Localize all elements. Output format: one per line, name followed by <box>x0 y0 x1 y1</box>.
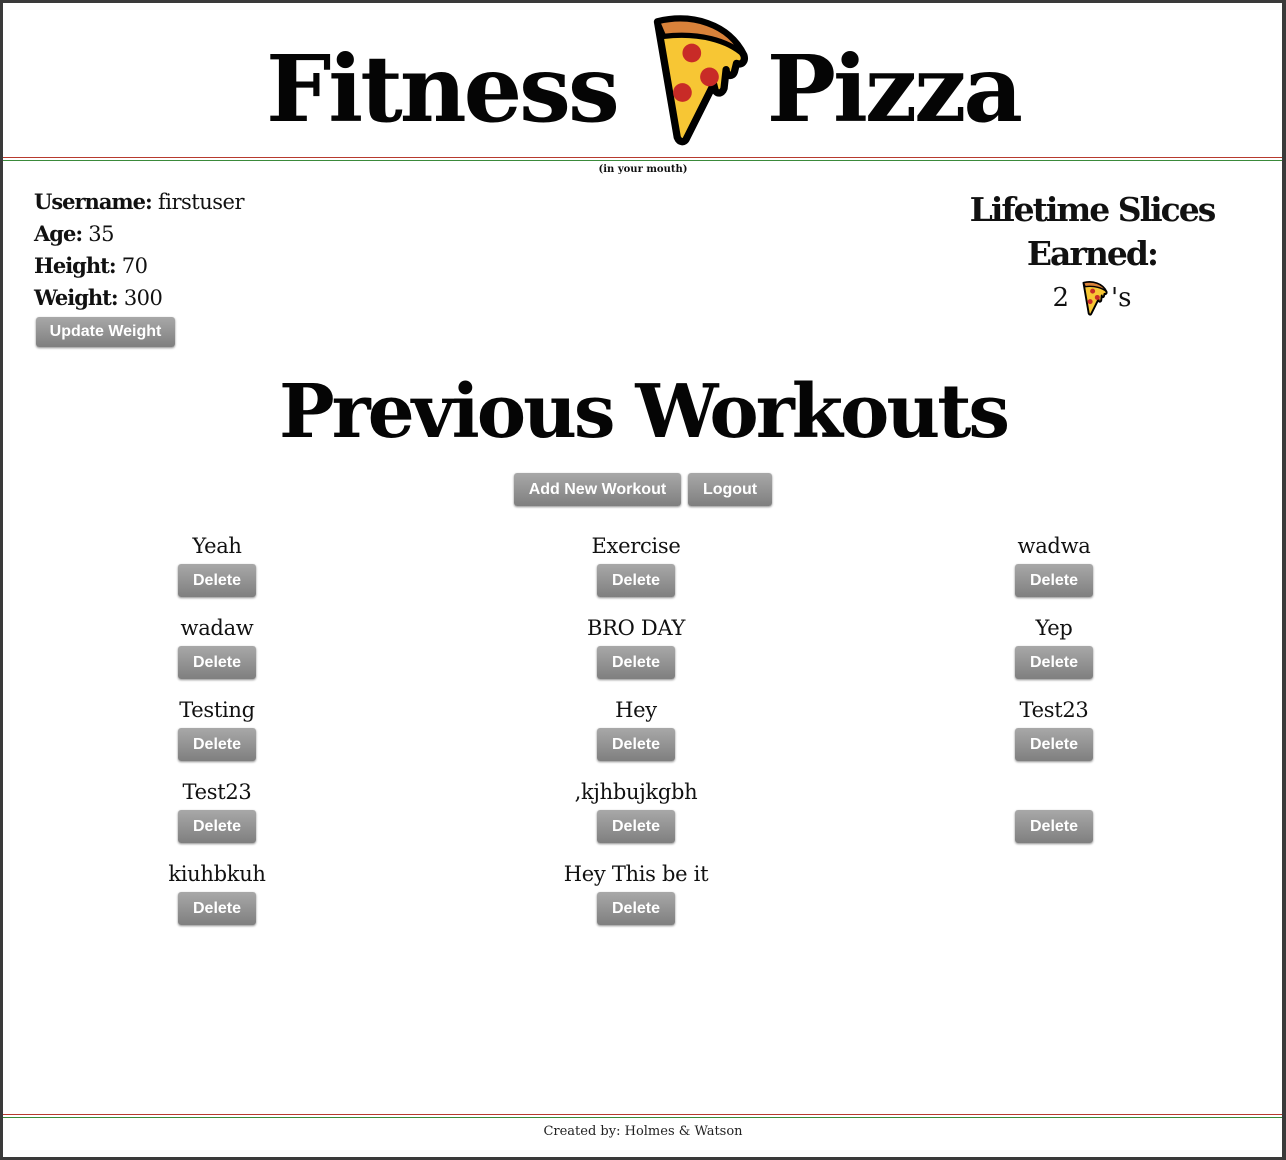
footer-divider <box>3 1114 1282 1118</box>
weight-value: 300 <box>123 286 163 310</box>
workout-name: wadwa <box>1017 534 1091 558</box>
slices-count-row: 2 's <box>904 278 1280 318</box>
workout-name: wadaw <box>180 616 254 640</box>
delete-workout-button[interactable]: Delete <box>1015 564 1093 597</box>
delete-workout-button[interactable]: Delete <box>597 810 675 843</box>
delete-workout-button[interactable]: Delete <box>178 810 256 843</box>
workout-name: Test23 <box>182 780 252 804</box>
weight-label: Weight: <box>34 285 119 310</box>
site-title-right: Pizza <box>766 35 1023 143</box>
site-title-left: Fitness <box>265 35 620 143</box>
workout-name: Hey <box>615 698 657 722</box>
profile-stats: Username: firstuser Age: 35 Height: 70 W… <box>34 186 244 314</box>
previous-workouts-title: Previous Workouts <box>278 369 1010 455</box>
add-new-workout-button[interactable]: Add New Workout <box>513 473 681 506</box>
username-row: Username: firstuser <box>34 186 244 218</box>
age-value: 35 <box>88 222 115 246</box>
delete-workout-button[interactable]: Delete <box>1015 646 1093 679</box>
delete-workout-button[interactable]: Delete <box>178 564 256 597</box>
update-weight-button[interactable]: Update Weight <box>36 317 175 347</box>
delete-workout-button[interactable]: Delete <box>178 892 256 925</box>
workout-item: Exercise Delete <box>486 528 786 610</box>
slices-suffix: 's <box>1111 283 1132 313</box>
site-header: Fitness Pizza <box>0 0 1286 158</box>
pizza-slice-icon <box>645 11 749 147</box>
workout-name <box>904 774 1204 810</box>
height-label: Height: <box>34 253 117 278</box>
workout-item: wadaw Delete <box>67 610 367 692</box>
delete-workout-button[interactable]: Delete <box>597 728 675 761</box>
workout-item: Hey This be it Delete <box>486 856 786 938</box>
workout-name: BRO DAY <box>586 616 686 640</box>
lifetime-slices: Lifetime Slices Earned: 2 's <box>904 188 1280 318</box>
workout-column-2: Exercise Delete BRO DAY Delete Hey Delete ,kjh… <box>486 528 786 938</box>
slices-count: 2 <box>1052 283 1070 313</box>
workout-item: Hey Delete <box>486 692 786 774</box>
workout-column-3: wadwa Delete Yep Delete Test23 Delete Delete <box>904 528 1204 856</box>
workout-name: Test23 <box>1019 698 1089 722</box>
workout-name: Hey This be it <box>563 862 709 886</box>
pizza-slice-icon <box>1079 280 1109 316</box>
workout-item: Test23 Delete <box>904 692 1204 774</box>
workout-name: Yeah <box>192 534 242 558</box>
workout-name: Exercise <box>591 534 681 558</box>
height-value: 70 <box>121 254 148 278</box>
logout-button[interactable]: Logout <box>688 473 773 506</box>
workout-column-1: Yeah Delete wadaw Delete Testing Delete Test23… <box>67 528 367 938</box>
workout-actions: Add New Workout Logout <box>0 473 1286 506</box>
workout-item: BRO DAY Delete <box>486 610 786 692</box>
height-row: Height: 70 <box>34 250 244 282</box>
delete-workout-button[interactable]: Delete <box>1015 810 1093 843</box>
age-label: Age: <box>34 221 83 246</box>
site-subtitle: (in your mouth) <box>598 164 688 175</box>
age-row: Age: 35 <box>34 218 244 250</box>
delete-workout-button[interactable]: Delete <box>597 892 675 925</box>
delete-workout-button[interactable]: Delete <box>178 646 256 679</box>
header-divider <box>3 157 1282 161</box>
delete-workout-button[interactable]: Delete <box>178 728 256 761</box>
delete-workout-button[interactable]: Delete <box>597 646 675 679</box>
delete-workout-button[interactable]: Delete <box>597 564 675 597</box>
workout-name: Yep <box>1035 616 1073 640</box>
workout-item: Testing Delete <box>67 692 367 774</box>
workout-item: kiuhbkuh Delete <box>67 856 367 938</box>
workout-item: Test23 Delete <box>67 774 367 856</box>
workout-item: Yep Delete <box>904 610 1204 692</box>
workout-name: Testing <box>179 698 255 722</box>
workout-item: Delete <box>904 774 1204 856</box>
weight-row: Weight: 300 <box>34 282 244 314</box>
username-label: Username: <box>34 189 153 214</box>
slices-title: Lifetime Slices Earned: <box>969 190 1217 273</box>
workout-name: kiuhbkuh <box>168 862 266 886</box>
delete-workout-button[interactable]: Delete <box>1015 728 1093 761</box>
workout-item: Yeah Delete <box>67 528 367 610</box>
workout-name: ,kjhbujkgbh <box>574 780 698 804</box>
workout-item: ,kjhbujkgbh Delete <box>486 774 786 856</box>
username-value: firstuser <box>157 190 245 214</box>
workout-item: wadwa Delete <box>904 528 1204 610</box>
footer-credit: Created by: Holmes & Watson <box>543 1124 743 1139</box>
